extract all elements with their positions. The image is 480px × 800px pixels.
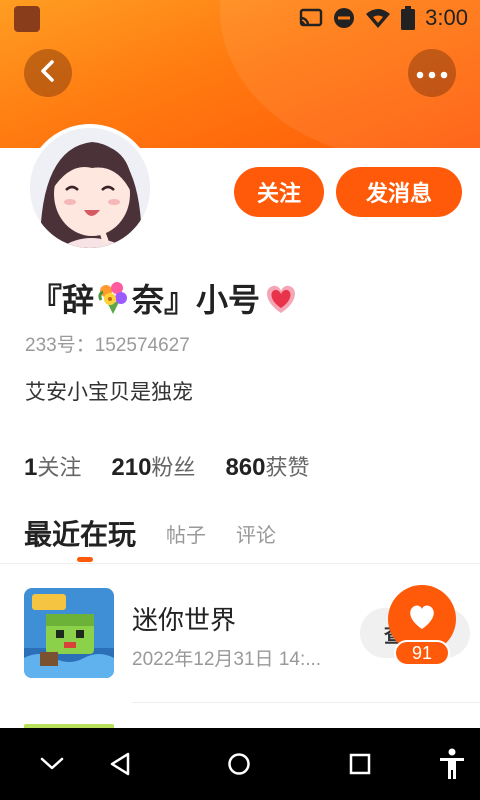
nickname-suffix: 奈』小号 xyxy=(132,281,261,319)
chevron-left-icon xyxy=(38,59,58,87)
recents-square-icon[interactable] xyxy=(340,744,380,784)
user-id: 233号：152574627 xyxy=(25,335,190,356)
status-bar: 3:00 xyxy=(0,0,480,36)
followers-count: 210 xyxy=(111,454,152,481)
stats-row: 1 关注 210 粉丝 860 获赞 xyxy=(24,450,310,482)
chevron-down-icon[interactable] xyxy=(32,744,72,784)
do-not-disturb-icon xyxy=(333,7,355,29)
following-label: 关注 xyxy=(37,456,82,481)
tab-comments[interactable]: 评论 xyxy=(236,519,276,548)
send-message-button[interactable]: 发消息 xyxy=(336,167,462,217)
game-thumbnail xyxy=(24,588,114,678)
anime-girl-avatar xyxy=(30,128,150,248)
like-count-badge: 91 xyxy=(394,640,450,666)
sparkling-heart-emoji-icon xyxy=(262,280,300,316)
game-name: 迷你世界 xyxy=(132,606,237,636)
app-notification-icon xyxy=(14,6,40,32)
likes-label: 获赞 xyxy=(265,456,310,481)
active-tab-indicator xyxy=(77,557,93,562)
back-button[interactable] xyxy=(24,49,72,97)
home-circle-icon[interactable] xyxy=(219,744,259,784)
more-button[interactable] xyxy=(408,49,456,97)
following-stat[interactable]: 1 关注 xyxy=(24,450,81,482)
follow-button[interactable]: 关注 xyxy=(234,167,324,217)
tab-posts[interactable]: 帖子 xyxy=(166,519,206,548)
tab-recently-played[interactable]: 最近在玩 xyxy=(24,513,136,553)
bio: 艾安小宝贝是独宠 xyxy=(25,380,193,404)
followers-stat[interactable]: 210 粉丝 xyxy=(111,450,195,482)
avatar[interactable] xyxy=(26,124,154,252)
clock: 3:00 xyxy=(425,5,468,30)
likes-count: 860 xyxy=(225,454,266,481)
bouquet-emoji-icon xyxy=(95,280,131,316)
battery-icon xyxy=(401,6,416,30)
wifi-icon xyxy=(365,7,391,29)
heart-icon xyxy=(407,604,437,634)
followers-label: 粉丝 xyxy=(151,456,196,481)
following-count: 1 xyxy=(24,454,38,481)
cast-icon xyxy=(299,8,323,28)
status-icons: 3:00 xyxy=(299,4,468,32)
game-played-time: 2022年12月31日 14:... xyxy=(132,649,322,670)
nickname: 『辞 奈』小号 xyxy=(30,276,300,320)
accessibility-icon[interactable] xyxy=(432,744,472,784)
nickname-prefix: 『辞 xyxy=(30,281,95,319)
list-divider xyxy=(132,702,480,703)
likes-stat: 860 获赞 xyxy=(225,450,309,482)
back-triangle-icon[interactable] xyxy=(100,744,140,784)
profile-tabs: 最近在玩 帖子 评论 xyxy=(24,508,276,558)
navigation-bar xyxy=(0,728,480,800)
more-horizontal-icon xyxy=(416,64,448,83)
